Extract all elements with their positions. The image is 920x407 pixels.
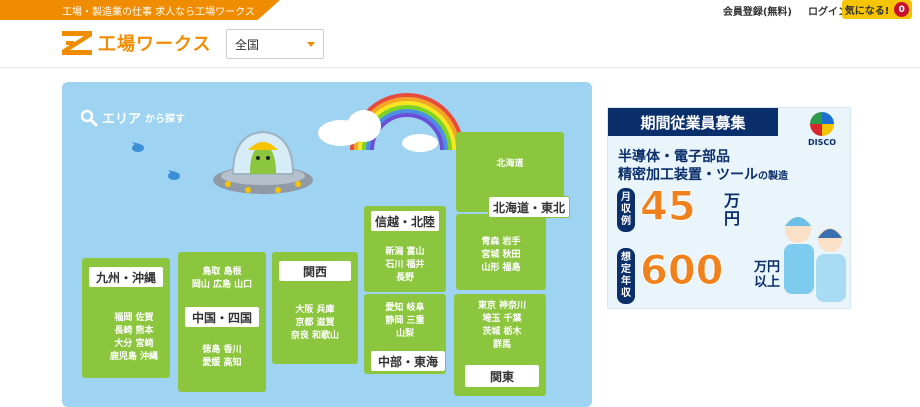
region-chugoku-prefs: 鳥取 島根 岡山 広島 山口 — [178, 266, 266, 292]
chevron-down-icon — [307, 42, 315, 47]
region-kansai-button[interactable]: 関西 — [278, 260, 352, 282]
pref-line[interactable]: 宮城 秋田 — [468, 249, 534, 262]
ad-line-1: 半導体・電子部品 — [618, 149, 730, 165]
area-select[interactable]: 全国 — [226, 29, 324, 59]
monthly-amount: 45 — [640, 184, 697, 231]
region-shinetsu-prefs: 新潟 富山 石川 福井 長野 — [372, 246, 438, 285]
ad-line-2: 精密加工装置・ツールの製造 — [618, 164, 788, 184]
site-header: 工場ワークス 全国 — [0, 20, 920, 68]
pref-line[interactable]: 長崎 熊本 — [102, 325, 166, 338]
ad-brand-logo: DISCO — [802, 112, 842, 147]
monthly-tag: 月収例 — [617, 188, 635, 232]
brand-logo-icon — [810, 112, 834, 136]
bird-icon — [132, 142, 144, 152]
annual-amount: 600 — [640, 248, 724, 295]
top-bar: 工場・製造業の仕事 求人なら工場ワークス 会員登録(無料) ログイン 気になる!… — [0, 0, 920, 20]
cloud-decoration — [347, 110, 381, 142]
pref-line[interactable]: 青森 岩手 — [468, 236, 534, 249]
region-tohoku-button[interactable]: 北海道・東北 — [488, 196, 570, 218]
pref-line[interactable]: 鹿児島 沖縄 — [102, 351, 166, 364]
logo-text: 工場ワークス — [98, 34, 212, 55]
ad-brand-name: DISCO — [807, 138, 837, 147]
region-kanto-button[interactable]: 関東 — [464, 364, 540, 388]
region-shinetsu-button[interactable]: 信越・北陸 — [370, 210, 440, 232]
region-kansai-prefs: 大阪 兵庫 京都 滋賀 奈良 和歌山 — [280, 304, 350, 343]
workers-illustration-icon — [784, 217, 846, 302]
pref-line[interactable]: 山形 福島 — [468, 262, 534, 275]
monthly-unit: 万円 — [724, 191, 741, 228]
pref-line[interactable]: 愛媛 高知 — [178, 357, 266, 370]
site-logo[interactable]: 工場ワークス — [62, 30, 211, 56]
area-select-value: 全国 — [235, 38, 260, 52]
pref-line[interactable]: 大阪 兵庫 — [280, 304, 350, 317]
ufo-mascot-icon — [213, 130, 313, 194]
pref-line[interactable]: 新潟 富山 — [372, 246, 438, 259]
pref-line[interactable]: 静岡 三重 — [372, 315, 438, 328]
pref-line[interactable]: 奈良 和歌山 — [280, 330, 350, 343]
favorites-button[interactable]: 気になる! 0 — [842, 0, 912, 19]
region-chubu-prefs: 愛知 岐阜 静岡 三重 山梨 — [372, 302, 438, 341]
bird-icon — [168, 170, 180, 180]
ad-line-2-small: の製造 — [758, 171, 788, 182]
pref-line[interactable]: 大分 宮崎 — [102, 338, 166, 351]
register-link[interactable]: 会員登録(無料) — [723, 3, 792, 18]
favorites-label: 気になる! — [844, 6, 890, 17]
pref-line[interactable]: 長野 — [372, 272, 438, 285]
pref-line[interactable]: 群馬 — [462, 339, 542, 352]
pref-line[interactable]: 京都 滋賀 — [280, 317, 350, 330]
region-kanto-prefs: 東京 神奈川 埼玉 千葉 茨城 栃木 群馬 — [462, 300, 542, 352]
ad-line-2-main: 精密加工装置・ツール — [618, 167, 758, 183]
region-chugoku-button[interactable]: 中国・四国 — [184, 306, 260, 328]
region-kyushu-prefs: 福岡 佐賀 長崎 熊本 大分 宮崎 鹿児島 沖縄 — [102, 312, 166, 364]
pref-line[interactable]: 愛知 岐阜 — [372, 302, 438, 315]
region-kyushu-button[interactable]: 九州・沖縄 — [88, 266, 164, 288]
account-links: 会員登録(無料) ログイン — [723, 3, 848, 18]
heading-area: エリア — [102, 112, 142, 127]
pref-line[interactable]: 福岡 佐賀 — [102, 312, 166, 325]
region-hokkaido[interactable]: 北海道 — [482, 158, 538, 171]
area-search-heading: エリア から探す — [80, 108, 185, 127]
recruit-ad-banner[interactable]: 期間従業員募集 DISCO 半導体・電子部品 精密加工装置・ツールの製造 月収例… — [607, 107, 851, 309]
pref-line[interactable]: 鳥取 島根 — [178, 266, 266, 279]
pref-line[interactable]: 埼玉 千葉 — [462, 313, 542, 326]
region-shikoku-prefs: 徳島 香川 愛媛 高知 — [178, 344, 266, 370]
pref-line[interactable]: 茨城 栃木 — [462, 326, 542, 339]
annual-tag: 想定年収 — [617, 248, 635, 304]
pref-line[interactable]: 徳島 香川 — [178, 344, 266, 357]
site-tagline: 工場・製造業の仕事 求人なら工場ワークス — [62, 7, 255, 18]
pref-line[interactable]: 石川 福井 — [372, 259, 438, 272]
pref-line[interactable]: 東京 神奈川 — [462, 300, 542, 313]
cloud-decoration — [402, 134, 438, 152]
area-search-map: エリア から探す 北海道 北海道・東北 青森 岩手 宮城 秋田 山形 福島 信越… — [62, 82, 592, 407]
pref-line[interactable]: 岡山 広島 山口 — [178, 279, 266, 292]
pref-line[interactable]: 山梨 — [372, 328, 438, 341]
logo-mark-icon — [62, 31, 92, 55]
heading-suffix: から探す — [145, 114, 186, 125]
favorites-count-badge: 0 — [894, 2, 910, 17]
search-icon — [80, 109, 98, 126]
region-tohoku-prefs: 青森 岩手 宮城 秋田 山形 福島 — [468, 236, 534, 275]
ad-title: 期間従業員募集 — [608, 108, 778, 136]
region-chubu-button[interactable]: 中部・東海 — [370, 350, 446, 372]
